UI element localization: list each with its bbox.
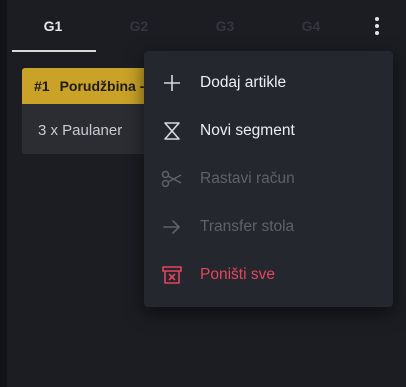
more-options-icon[interactable] <box>366 12 388 40</box>
tab-g3[interactable]: G3 <box>182 0 268 52</box>
app-root: G1 G2 G3 G4 #1 Porudžbina - 3 x Paulaner… <box>0 0 406 387</box>
menu-item-label: Dodaj artikle <box>200 74 287 91</box>
segment-icon <box>144 122 200 140</box>
menu-item-transfer-stola[interactable]: Transfer stola <box>144 203 393 251</box>
tab-g2[interactable]: G2 <box>96 0 182 52</box>
menu-item-label: Rastavi račun <box>200 170 295 187</box>
context-menu: Dodaj artikle Novi segment Rastavi račun <box>144 51 393 307</box>
tab-g1[interactable]: G1 <box>10 0 96 52</box>
menu-item-novi-segment[interactable]: Novi segment <box>144 107 393 155</box>
menu-item-label: Novi segment <box>200 122 295 139</box>
arrow-right-icon <box>144 218 200 236</box>
menu-item-ponisti-sve[interactable]: Poništi sve <box>144 251 393 299</box>
cancel-box-icon <box>144 265 200 285</box>
menu-item-rastavi-racun[interactable]: Rastavi račun <box>144 155 393 203</box>
kebab-dot <box>375 17 379 21</box>
order-number: #1 <box>34 78 50 94</box>
order-title: Porudžbina - <box>59 78 145 94</box>
scissors-icon <box>144 170 200 188</box>
kebab-dot <box>375 24 379 28</box>
menu-item-label: Poništi sve <box>200 266 275 283</box>
tab-g4[interactable]: G4 <box>268 0 354 52</box>
plus-icon <box>144 74 200 92</box>
segment-tabs: G1 G2 G3 G4 <box>7 0 347 52</box>
menu-item-dodaj-artikle[interactable]: Dodaj artikle <box>144 59 393 107</box>
menu-item-label: Transfer stola <box>200 218 295 235</box>
kebab-dot <box>375 31 379 35</box>
left-edge-strip <box>0 0 7 387</box>
